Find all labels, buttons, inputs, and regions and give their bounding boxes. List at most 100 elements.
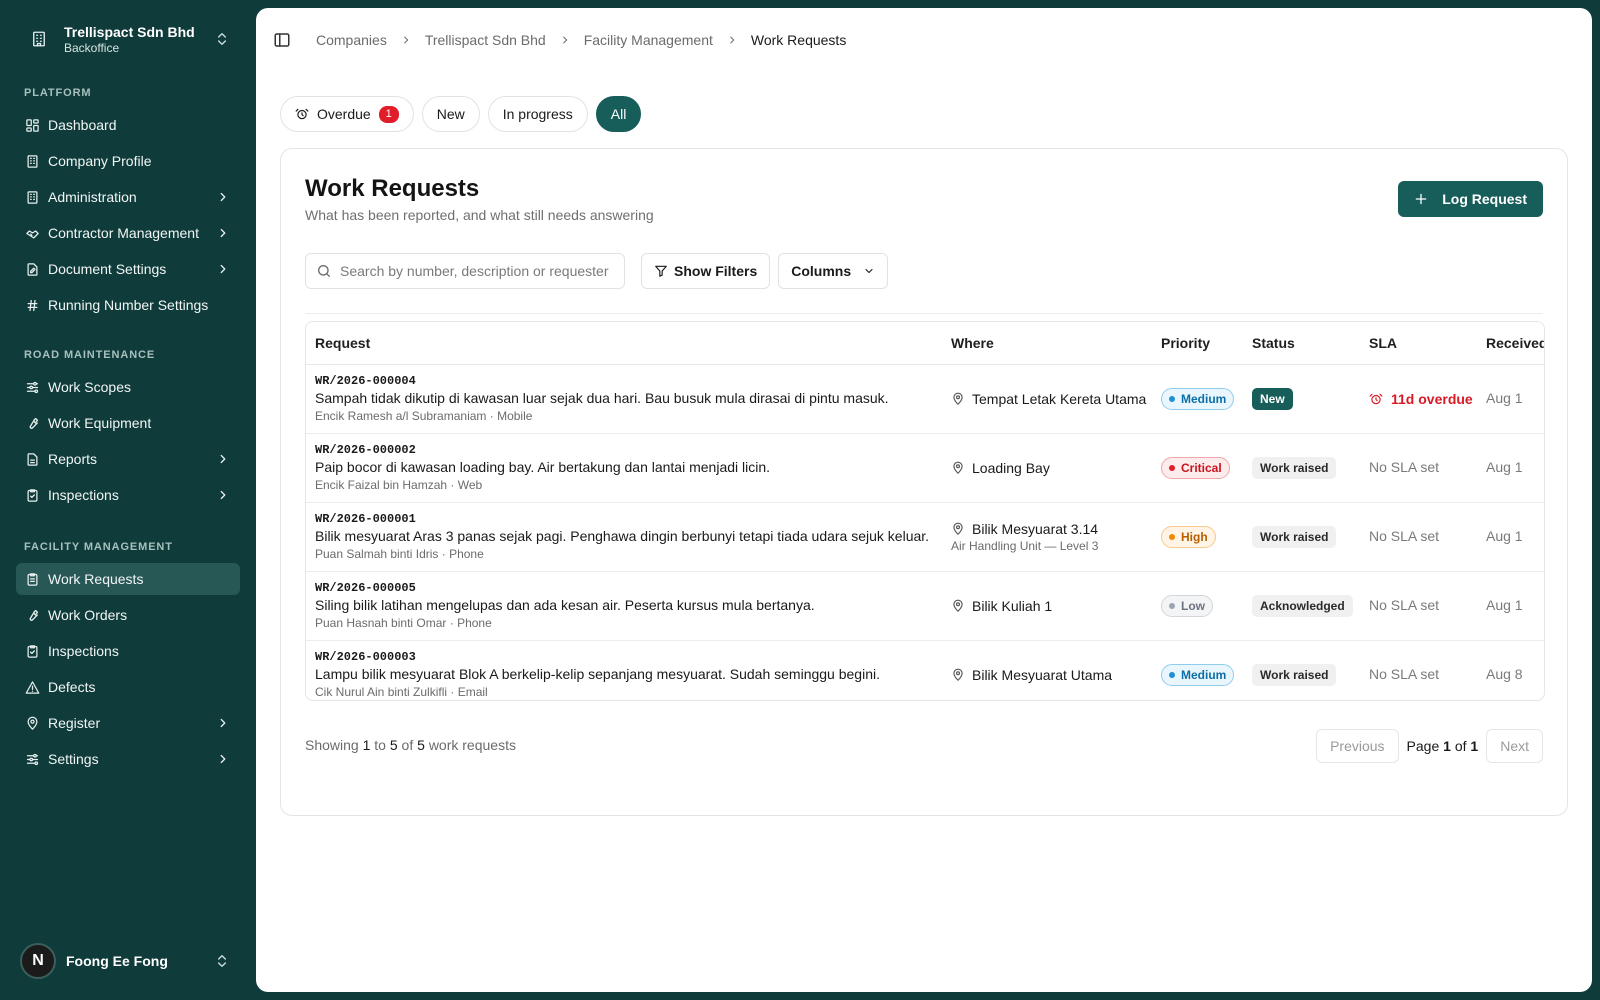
table-header-row: Request Where Priority Status SLA Received: [306, 322, 1544, 365]
table-row[interactable]: WR/2026-000001 Bilik mesyuarat Aras 3 pan…: [306, 502, 1544, 572]
sidebar-item-label: Company Profile: [48, 153, 152, 169]
request-cell: WR/2026-000001 Bilik mesyuarat Aras 3 pan…: [306, 502, 942, 572]
search-input[interactable]: [340, 263, 610, 279]
sidebar-item-contractor-management[interactable]: Contractor Management: [16, 217, 240, 249]
sidebar-item-inspections[interactable]: Inspections: [16, 635, 240, 667]
sidebar-item-label: Reports: [48, 451, 98, 467]
divider: [305, 313, 1543, 314]
work-requests-card: Work Requests What has been reported, an…: [280, 148, 1568, 816]
table-row[interactable]: WR/2026-000002 Paip bocor di kawasan load…: [306, 433, 1544, 503]
sidebar-item-work-equipment[interactable]: Work Equipment: [16, 407, 240, 439]
building-icon: [24, 24, 54, 54]
breadcrumb-item[interactable]: Trellispact Sdn Bhd: [425, 32, 546, 48]
column-header-received[interactable]: Received: [1477, 322, 1544, 365]
org-name: Trellispact Sdn Bhd: [64, 23, 195, 40]
sla-value: No SLA set: [1369, 527, 1440, 544]
summary-to-word: to: [374, 737, 386, 753]
column-header-priority[interactable]: Priority: [1152, 322, 1243, 365]
chevron-right-icon: [401, 35, 411, 45]
sidebar-item-reports[interactable]: Reports: [16, 443, 240, 475]
request-cell: WR/2026-000004 Sampah tidak dikutip di ka…: [306, 364, 942, 434]
filter-icon: [655, 265, 667, 277]
sidebar-item-work-orders[interactable]: Work Orders: [16, 599, 240, 631]
sidebar-item-inspections[interactable]: Inspections: [16, 479, 240, 511]
priority-dot: [1169, 602, 1175, 609]
location-name: Bilik Kuliah 1: [972, 597, 1053, 614]
sla-cell: No SLA set: [1360, 433, 1477, 503]
column-header-status[interactable]: Status: [1243, 322, 1360, 365]
next-page-button[interactable]: Next: [1486, 729, 1543, 763]
sidebar-item-dashboard[interactable]: Dashboard: [16, 109, 240, 141]
status-badge: Work raised: [1252, 525, 1337, 548]
received-date: Aug 8: [1486, 665, 1523, 682]
chevron-right-icon: [560, 35, 570, 45]
org-switcher[interactable]: Trellispact Sdn Bhd Backoffice: [16, 18, 240, 60]
sidebar-item-work-scopes[interactable]: Work Scopes: [16, 371, 240, 403]
location-asset: Air Handling Unit — Level 3: [951, 538, 1099, 553]
request-description: Paip bocor di kawasan loading bay. Air b…: [315, 459, 771, 475]
filter-chip-all[interactable]: All: [595, 96, 642, 132]
where-cell: Loading Bay: [942, 433, 1152, 503]
sidebar-item-settings[interactable]: Settings: [16, 743, 240, 775]
columns-button[interactable]: Columns: [778, 253, 889, 289]
request-requester: Encik Faizal bin Hamzah · Web: [315, 478, 483, 492]
priority-cell: Low: [1152, 571, 1243, 641]
sidebar-item-defects[interactable]: Defects: [16, 671, 240, 703]
status-badge: Acknowledged: [1252, 594, 1353, 617]
previous-page-button[interactable]: Previous: [1316, 729, 1399, 763]
request-cell: WR/2026-000005 Siling bilik latihan menge…: [306, 571, 942, 641]
request-number: WR/2026-000005: [315, 581, 416, 595]
sidebar-item-register[interactable]: Register: [16, 707, 240, 739]
table-row[interactable]: WR/2026-000004 Sampah tidak dikutip di ka…: [306, 364, 1544, 434]
page-of-word: of: [1454, 738, 1467, 754]
breadcrumb-item[interactable]: Facility Management: [584, 32, 713, 48]
sidebar-item-work-requests[interactable]: Work Requests: [16, 563, 240, 595]
sidebar-item-label: Work Scopes: [48, 379, 131, 395]
breadcrumb-item[interactable]: Companies: [316, 32, 387, 48]
sidebar-item-company-profile[interactable]: Company Profile: [16, 145, 240, 177]
column-header-request[interactable]: Request: [306, 322, 942, 365]
pagination-summary: Showing 1 to 5 of 5 work requests: [305, 737, 516, 753]
where-cell: Tempat Letak Kereta Utama: [942, 364, 1152, 434]
plus-icon: [1415, 193, 1427, 205]
received-cell: Aug 1: [1477, 502, 1544, 572]
summary-of-word: of: [401, 737, 414, 753]
status-badge: Work raised: [1252, 663, 1337, 686]
sidebar-item-label: Work Equipment: [48, 415, 152, 431]
sidebar-section-label: PLATFORM: [24, 87, 92, 99]
sidebar-item-running-number-settings[interactable]: Running Number Settings: [16, 289, 240, 321]
sla-cell: 11d overdue: [1360, 364, 1477, 434]
request-cell: WR/2026-000002 Paip bocor di kawasan load…: [306, 433, 942, 503]
request-description: Sampah tidak dikutip di kawasan luar sej…: [315, 390, 889, 406]
status-cell: New: [1243, 364, 1360, 434]
sidebar-item-document-settings[interactable]: Document Settings: [16, 253, 240, 285]
chevron-right-icon: [220, 264, 226, 274]
breadcrumb-item: Work Requests: [750, 32, 847, 48]
status-cell: Work raised: [1243, 433, 1360, 503]
current-page: 1: [1443, 738, 1451, 754]
priority-badge: Medium: [1161, 663, 1235, 686]
org-subtitle: Backoffice: [64, 40, 120, 55]
priority-dot: [1169, 671, 1175, 678]
column-header-where[interactable]: Where: [942, 322, 1152, 365]
chip-label: All: [610, 106, 627, 122]
table-row[interactable]: WR/2026-000005 Siling bilik latihan menge…: [306, 571, 1544, 641]
log-request-button[interactable]: Log Request: [1398, 181, 1543, 217]
table-row[interactable]: WR/2026-000003 Lampu bilik mesyuarat Blok…: [306, 640, 1544, 700]
filter-chip-in-progress[interactable]: In progress: [487, 96, 588, 132]
filter-chip-overdue[interactable]: Overdue 1: [280, 96, 414, 132]
sidebar-item-label: Work Requests: [48, 571, 144, 587]
dashboard-icon: [24, 117, 40, 133]
column-header-sla[interactable]: SLA: [1360, 322, 1477, 365]
priority-label: Critical: [1181, 460, 1222, 475]
main-panel: Companies Trellispact Sdn Bhd Facility Man…: [256, 8, 1592, 992]
filter-chip-new[interactable]: New: [421, 96, 480, 132]
sidebar-item-administration[interactable]: Administration: [16, 181, 240, 213]
chip-label: In progress: [502, 106, 573, 122]
user-menu[interactable]: N Foong Ee Fong: [16, 942, 240, 980]
sidebar-item-label: Running Number Settings: [48, 297, 209, 313]
show-filters-button[interactable]: Show Filters: [641, 253, 771, 289]
status-badge: Work raised: [1252, 456, 1337, 479]
columns-label: Columns: [791, 263, 852, 279]
sidebar-toggle-button[interactable]: [270, 28, 294, 52]
